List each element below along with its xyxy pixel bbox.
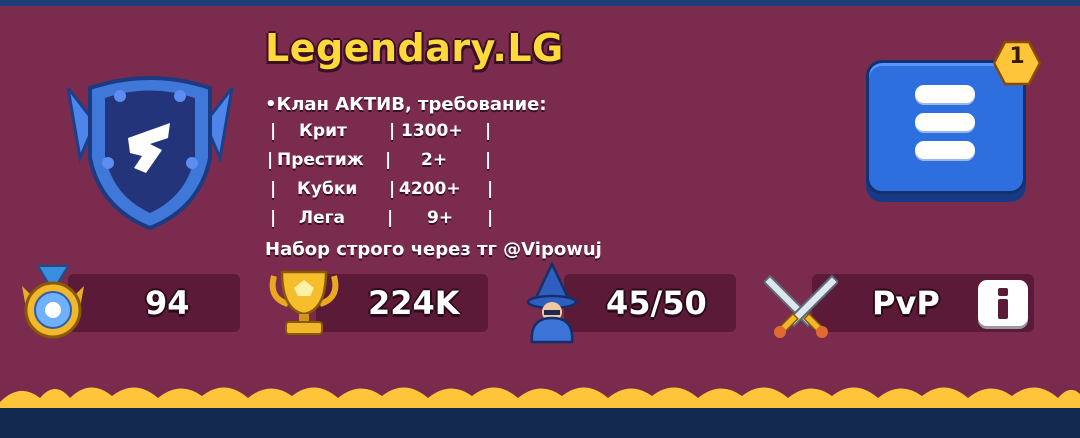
requirement-value: 1300+ bbox=[401, 121, 463, 141]
members-value: 45/50 bbox=[606, 284, 707, 322]
requirement-label: Крит bbox=[299, 121, 347, 141]
requirement-value: 9+ bbox=[427, 208, 454, 228]
description-footer: Набор строго через тг @Vipowuj bbox=[265, 239, 602, 260]
description-headline: •Клан АКТИВ, требование: bbox=[265, 94, 547, 115]
trophies-value: 224K bbox=[368, 284, 460, 322]
bottom-strip bbox=[0, 408, 1080, 438]
requirement-value: 2+ bbox=[421, 150, 448, 170]
clan-shield-icon[interactable] bbox=[50, 68, 250, 233]
requirement-label: Престиж bbox=[277, 150, 364, 170]
medal-icon bbox=[22, 265, 84, 339]
notification-count: 1 bbox=[1009, 44, 1025, 69]
level-value: 94 bbox=[145, 284, 190, 322]
clan-name: Legendary.LG bbox=[265, 26, 564, 70]
requirement-label: Кубки bbox=[297, 179, 358, 199]
requirements-table: | Крит | 1300+ | | Престиж | 2+ | | Кубк… bbox=[265, 119, 602, 235]
trophy-icon bbox=[269, 270, 339, 335]
crossed-swords-icon bbox=[764, 274, 838, 338]
menu-icon bbox=[915, 85, 975, 169]
clan-description: •Клан АКТИВ, требование: | Крит | 1300+ … bbox=[265, 90, 602, 264]
mode-value: PvP bbox=[872, 284, 940, 322]
requirement-label: Лега bbox=[299, 208, 346, 228]
info-icon bbox=[998, 288, 1008, 319]
info-button[interactable] bbox=[978, 280, 1028, 326]
wizard-icon bbox=[526, 262, 578, 344]
requirement-value: 4200+ bbox=[399, 179, 461, 199]
